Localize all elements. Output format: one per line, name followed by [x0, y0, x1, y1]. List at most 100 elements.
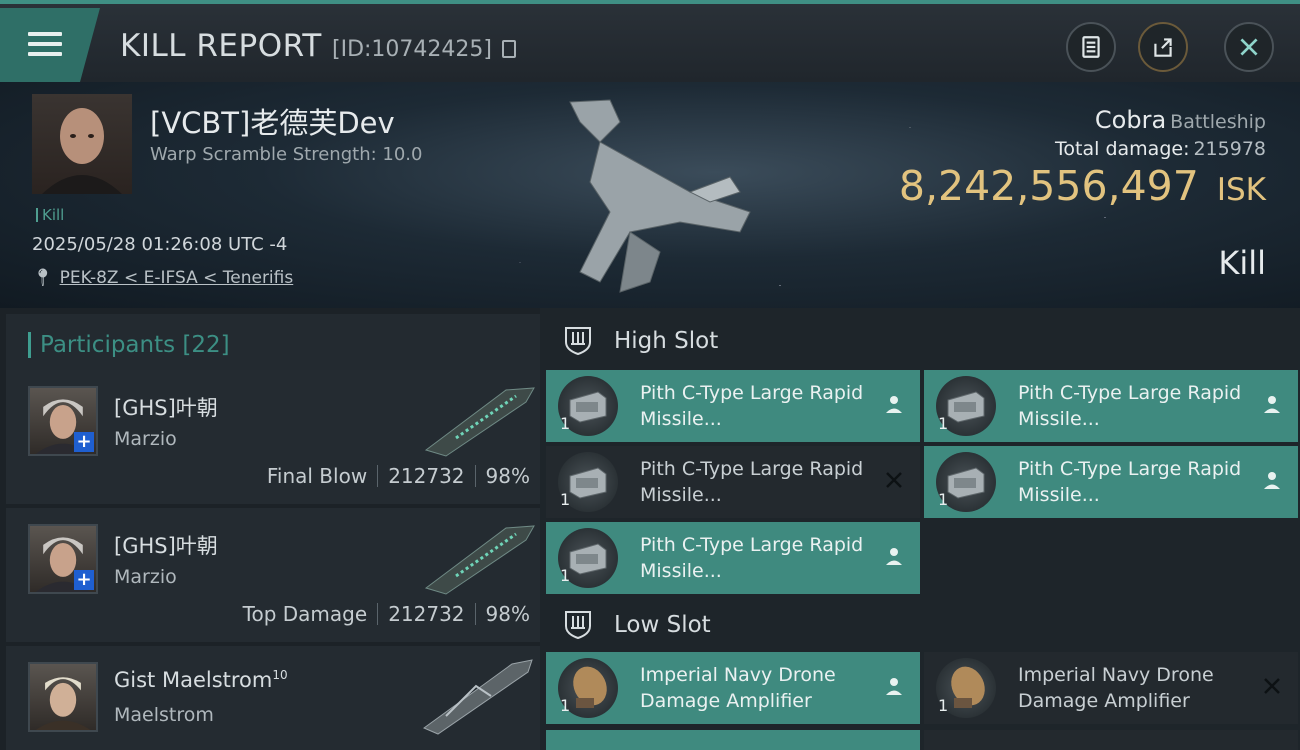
- high-slot-label: High Slot: [614, 328, 719, 354]
- kill-tag: Kill: [36, 206, 64, 224]
- module-item[interactable]: 1 Pith C-Type Large Rapid Missile...: [546, 370, 920, 442]
- victim-summary: [VCBT]老德芙Dev Warp Scramble Strength: 10.…: [0, 82, 1300, 308]
- person-icon: [886, 396, 902, 413]
- participants-title: Participants [22]: [40, 332, 230, 358]
- location-text: PEK-8Z < E-IFSA < Tenerifis: [59, 268, 294, 288]
- participant-ship: Maelstrom: [114, 704, 214, 726]
- participant-name: Gist Maelstrom10: [114, 668, 288, 692]
- isk-unit: ISK: [1216, 172, 1266, 208]
- person-icon: [886, 678, 902, 695]
- module-quantity: 1: [560, 414, 571, 433]
- plus-badge-icon: +: [74, 570, 94, 590]
- kill-value-block: Cobra Battleship Total damage: 215978 8,24…: [899, 106, 1266, 210]
- participant-ship: Marzio: [114, 428, 177, 450]
- module-name: Pith C-Type Large Rapid Missile...: [640, 534, 864, 582]
- copy-id-icon[interactable]: [502, 40, 516, 58]
- module-quantity: 1: [938, 490, 949, 509]
- participant-row[interactable]: Gist Maelstrom10 Maelstrom: [6, 646, 540, 750]
- menu-icon-line: [28, 42, 62, 46]
- participants-panel: Participants [22] + [GHS]叶朝 Marzio Final…: [0, 308, 540, 750]
- menu-icon: [28, 32, 62, 36]
- total-damage-label: Total damage:: [1055, 138, 1190, 160]
- person-icon: [886, 548, 902, 565]
- location-pin-icon: 📍︎: [32, 268, 54, 288]
- clipboard-icon: [1082, 36, 1100, 58]
- participants-count: [22]: [182, 332, 230, 358]
- module-name: Imperial Navy Drone Damage Amplifier: [640, 664, 836, 712]
- participant-avatar[interactable]: +: [28, 386, 98, 456]
- module-quantity: 1: [560, 696, 571, 715]
- close-button[interactable]: [1224, 22, 1274, 72]
- participant-role: Top Damage: [242, 602, 368, 626]
- ship-name[interactable]: Cobra: [1095, 106, 1166, 134]
- module-name: Pith C-Type Large Rapid Missile...: [1018, 458, 1242, 506]
- participant-percent: 98%: [485, 602, 530, 626]
- module-name: Imperial Navy Drone Damage Amplifier: [1018, 664, 1214, 712]
- participants-header[interactable]: Participants [22]: [6, 314, 540, 374]
- share-button[interactable]: [1138, 22, 1188, 72]
- total-damage-value: 215978: [1193, 138, 1266, 160]
- module-quantity: 1: [560, 490, 571, 509]
- participant-name-superscript: 10: [272, 668, 288, 682]
- section-accent-bar: [28, 332, 31, 358]
- stat-divider: [474, 465, 476, 487]
- participant-row[interactable]: + [GHS]叶朝 Marzio Top Damage 212732 98%: [6, 508, 540, 642]
- destroyed-x-icon: [1264, 678, 1280, 694]
- participant-stats: Top Damage 212732 98%: [243, 602, 530, 626]
- participant-row[interactable]: + [GHS]叶朝 Marzio Final Blow 212732 98%: [6, 370, 540, 504]
- participant-damage: 212732: [388, 602, 465, 626]
- module-item[interactable]: 1 Pith C-Type Large Rapid Missile...: [924, 446, 1298, 518]
- module-quantity: 1: [560, 566, 571, 585]
- kill-result: Kill: [1218, 244, 1266, 282]
- clipboard-button[interactable]: [1066, 22, 1116, 72]
- person-icon: [1264, 472, 1280, 489]
- participants-label: Participants: [40, 332, 176, 358]
- isk-amount: 8,242,556,497: [898, 162, 1199, 210]
- module-item[interactable]: 1 Imperial Navy Drone Damage Amplifier: [924, 652, 1298, 724]
- location-link[interactable]: 📍︎ PEK-8Z < E-IFSA < Tenerifis: [32, 268, 293, 288]
- plus-badge-icon: +: [74, 432, 94, 452]
- victim-portrait[interactable]: [32, 94, 132, 194]
- stat-divider: [474, 603, 476, 625]
- victim-ship-render: [569, 99, 751, 293]
- participant-ship: Marzio: [114, 566, 177, 588]
- module-quantity: 1: [938, 696, 949, 715]
- participant-ship-image: [424, 525, 535, 595]
- low-slot-header: Low Slot: [546, 596, 1300, 652]
- module-item[interactable]: 1 Pith C-Type Large Rapid Missile...: [924, 370, 1298, 442]
- module-item[interactable]: 1 Imperial Navy Drone Damage Amplifier: [546, 652, 920, 724]
- warp-scramble-strength: Warp Scramble Strength: 10.0: [150, 144, 423, 165]
- participant-ship-image: [422, 659, 533, 735]
- isk-value: 8,242,556,497 ISK: [899, 162, 1266, 210]
- module-item-partial[interactable]: [546, 730, 920, 750]
- person-icon: [1264, 396, 1280, 413]
- participant-role: Final Blow: [266, 464, 368, 488]
- stat-divider: [377, 465, 379, 487]
- page-title: KILL REPORT: [120, 28, 322, 64]
- module-item[interactable]: 1 Pith C-Type Large Rapid Missile...: [546, 446, 920, 518]
- low-slot-label: Low Slot: [614, 612, 711, 638]
- participant-name-text: Gist Maelstrom: [114, 668, 273, 692]
- header-bar: KILL REPORT [ID:10742425]: [0, 0, 1300, 82]
- destroyed-x-icon: [886, 472, 902, 488]
- module-name: Pith C-Type Large Rapid Missile...: [640, 382, 864, 430]
- module-item[interactable]: 1 Pith C-Type Large Rapid Missile...: [546, 522, 920, 594]
- module-name: Pith C-Type Large Rapid Missile...: [1018, 382, 1242, 430]
- menu-button[interactable]: [0, 8, 100, 82]
- portrait-image: [42, 108, 122, 194]
- report-id: [ID:10742425]: [332, 37, 492, 62]
- close-icon: [1240, 38, 1258, 56]
- participant-ship-image: [424, 387, 535, 457]
- module-item-partial[interactable]: [924, 730, 1298, 750]
- portrait-image: [35, 677, 91, 730]
- module-quantity: 1: [938, 414, 949, 433]
- low-slot-icon: [565, 611, 591, 640]
- victim-name: [VCBT]老德芙Dev: [150, 106, 395, 140]
- high-slot-icon: [565, 327, 591, 356]
- participant-avatar[interactable]: +: [28, 524, 98, 594]
- kill-timestamp: 2025/05/28 01:26:08 UTC -4: [32, 234, 288, 255]
- high-slot-header: High Slot: [546, 312, 1300, 368]
- menu-icon-line: [28, 52, 62, 56]
- participant-avatar[interactable]: [28, 662, 98, 732]
- participant-damage: 212732: [388, 464, 465, 488]
